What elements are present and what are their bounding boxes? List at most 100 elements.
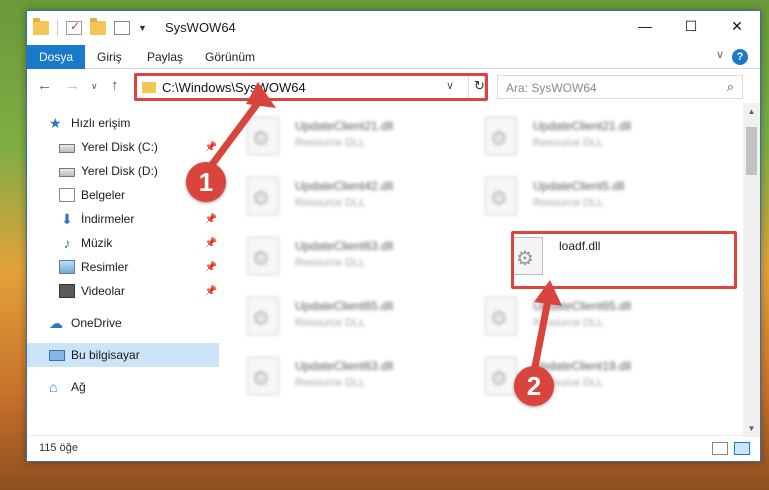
minimize-button[interactable]: — xyxy=(622,11,668,41)
sidebar-item-music[interactable]: ♪ Müzik 📌 xyxy=(27,231,223,255)
sidebar-item-videos[interactable]: Videolar 📌 xyxy=(27,279,223,303)
ribbon-tabs: Dosya Giriş Paylaş Görünüm ∨ ? xyxy=(27,45,760,69)
video-icon xyxy=(59,284,75,298)
up-arrow-icon[interactable]: ↑ xyxy=(111,77,119,94)
file-item[interactable]: UpdateClient19.dll Resource DLL xyxy=(463,351,693,401)
scroll-up-icon[interactable]: ▲ xyxy=(743,103,760,120)
sidebar-item-network[interactable]: ⌂ Ağ xyxy=(27,375,223,399)
file-name: UpdateClient42.dll xyxy=(295,179,394,193)
pin-icon[interactable]: 📌 xyxy=(205,286,217,297)
pin-icon[interactable]: 📌 xyxy=(205,214,217,225)
sidebar-item-quick-access[interactable]: ★ Hızlı erişim xyxy=(27,111,223,135)
file-type: Resource DLL xyxy=(533,317,604,329)
maximize-button[interactable]: ☐ xyxy=(668,11,714,41)
sidebar-item-local-disk-c[interactable]: Yerel Disk (C:) 📌 xyxy=(27,135,223,159)
file-item[interactable]: UpdateClient65.dll Resource DLL xyxy=(463,291,693,341)
search-icon[interactable]: ⌕ xyxy=(727,79,734,95)
sidebar-item-label: Yerel Disk (C:) xyxy=(81,140,158,154)
window-title: SysWOW64 xyxy=(165,20,236,35)
file-type: Resource DLL xyxy=(295,137,366,149)
file-name: UpdateClient65.dll xyxy=(295,299,394,313)
window-controls: — ☐ ✕ xyxy=(622,11,760,41)
properties-check-icon[interactable] xyxy=(66,19,82,35)
status-bar: 115 öğe xyxy=(27,435,760,461)
file-item[interactable]: UpdateClient63.dll Resource DLL xyxy=(225,351,455,401)
dll-file-icon xyxy=(485,177,517,215)
file-item[interactable]: UpdateClient42.dll Resource DLL xyxy=(225,171,455,221)
new-folder-icon[interactable] xyxy=(90,18,106,35)
sidebar-item-pictures[interactable]: Resimler 📌 xyxy=(27,255,223,279)
document-icon xyxy=(59,188,75,202)
file-type: Resource DLL xyxy=(533,137,604,149)
sidebar-item-label: Ağ xyxy=(71,380,86,394)
close-button[interactable]: ✕ xyxy=(714,11,760,41)
star-icon: ★ xyxy=(49,115,62,131)
sidebar-item-label: Yerel Disk (D:) xyxy=(81,164,158,178)
file-name: UpdateClient63.dll xyxy=(295,239,394,253)
address-highlight-box xyxy=(134,73,488,101)
search-placeholder: Ara: SysWOW64 xyxy=(506,81,597,95)
file-item[interactable]: UpdateClient63.dll Resource DLL xyxy=(225,231,455,281)
tab-file[interactable]: Dosya xyxy=(27,45,86,69)
sidebar-item-onedrive[interactable]: ☁ OneDrive xyxy=(27,311,223,335)
file-type: Resource DLL xyxy=(295,317,366,329)
view-switcher xyxy=(712,442,750,455)
forward-arrow-icon[interactable]: → xyxy=(65,77,80,94)
tab-view[interactable]: Görünüm xyxy=(205,45,255,69)
sidebar-item-label: Videolar xyxy=(81,284,125,298)
title-bar: ▼ SysWOW64 — ☐ ✕ xyxy=(27,11,760,45)
dll-file-icon xyxy=(247,297,279,335)
file-item[interactable]: UpdateClient21.dll Resource DLL xyxy=(463,111,693,161)
details-view-icon[interactable] xyxy=(712,442,728,455)
file-type: Resource DLL xyxy=(295,377,366,389)
tab-home[interactable]: Giriş xyxy=(97,45,122,69)
search-input[interactable]: Ara: SysWOW64 ⌕ xyxy=(497,75,743,99)
sidebar-item-label: Hızlı erişim xyxy=(71,116,131,130)
toolbar-separator xyxy=(57,20,58,36)
file-item[interactable]: UpdateClient65.dll Resource DLL xyxy=(225,291,455,341)
vertical-scrollbar[interactable]: ▲ ▼ xyxy=(743,103,760,437)
file-name: UpdateClient21.dll xyxy=(533,119,632,133)
dll-file-icon xyxy=(247,237,279,275)
file-type: Resource DLL xyxy=(295,197,366,209)
dll-file-icon xyxy=(485,117,517,155)
sidebar-item-label: İndirmeler xyxy=(81,212,135,226)
tab-share[interactable]: Paylaş xyxy=(147,45,183,69)
dll-file-icon xyxy=(247,117,279,155)
folder-icon[interactable] xyxy=(33,18,49,35)
file-name: UpdateClient5.dll xyxy=(533,179,625,193)
file-name: UpdateClient21.dll xyxy=(295,119,394,133)
large-icons-view-icon[interactable] xyxy=(734,442,750,455)
back-arrow-icon[interactable]: ← xyxy=(37,77,52,94)
properties-icon[interactable] xyxy=(114,21,130,35)
help-icon[interactable]: ? xyxy=(732,49,748,65)
navigation-bar: ← → ∨ ↑ C:\Windows\SysWOW64 ∨ ↻ Ara: Sys… xyxy=(27,71,760,103)
callout-badge-1: 1 xyxy=(186,162,226,202)
item-count: 115 öğe xyxy=(39,442,78,454)
sidebar-item-label: Bu bilgisayar xyxy=(71,348,140,362)
file-item[interactable]: UpdateClient21.dll Resource DLL xyxy=(225,111,455,161)
navigation-pane: ★ Hızlı erişim Yerel Disk (C:) 📌 Yerel D… xyxy=(27,107,223,437)
file-list: UpdateClient21.dll Resource DLL UpdateCl… xyxy=(225,107,743,437)
sidebar-item-downloads[interactable]: ⬇ İndirmeler 📌 xyxy=(27,207,223,231)
file-name: UpdateClient65.dll xyxy=(533,299,632,313)
sidebar-item-label: OneDrive xyxy=(71,316,122,330)
sidebar-item-this-pc[interactable]: Bu bilgisayar xyxy=(27,343,219,367)
ribbon-expand-icon[interactable]: ∨ xyxy=(716,48,724,61)
pin-icon[interactable]: 📌 xyxy=(205,142,217,153)
customize-toolbar-icon[interactable]: ▼ xyxy=(138,23,147,33)
file-type: Resource DLL xyxy=(533,197,604,209)
pin-icon[interactable]: 📌 xyxy=(205,238,217,249)
sidebar-item-label: Müzik xyxy=(81,236,113,250)
quick-access-toolbar: ▼ xyxy=(33,18,147,36)
disk-icon xyxy=(59,168,75,177)
pin-icon[interactable]: 📌 xyxy=(205,262,217,273)
file-item[interactable]: UpdateClient5.dll Resource DLL xyxy=(463,171,693,221)
recent-locations-icon[interactable]: ∨ xyxy=(91,81,98,92)
file-highlight-box xyxy=(511,231,737,289)
disk-icon xyxy=(59,144,75,153)
file-type: Resource DLL xyxy=(295,257,366,269)
cloud-icon: ☁ xyxy=(49,315,63,331)
scroll-thumb[interactable] xyxy=(746,127,757,175)
file-name: UpdateClient63.dll xyxy=(295,359,394,373)
